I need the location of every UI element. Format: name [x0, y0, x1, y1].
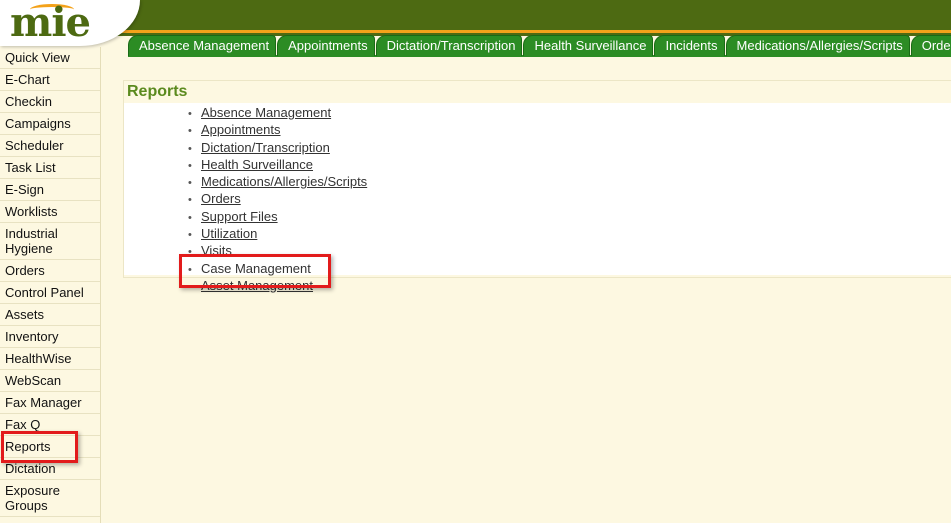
module-tabs: Absence Management Appointments Dictatio…	[128, 34, 951, 56]
logo-text: mie	[10, 0, 91, 46]
bullet-icon: •	[188, 194, 192, 207]
sidebar-item-exposure-groups[interactable]: Exposure Groups	[0, 480, 100, 517]
bullet-icon: •	[188, 246, 192, 259]
sidebar: Quick View E-Chart Checkin Campaigns Sch…	[0, 47, 101, 523]
bullet-icon: •	[188, 280, 192, 293]
list-item: • Utilization	[188, 226, 367, 243]
report-link-appointments[interactable]: Appointments	[201, 122, 281, 137]
sidebar-item-campaigns[interactable]: Campaigns	[0, 113, 100, 135]
tab-incidents[interactable]: Incidents	[654, 35, 725, 56]
sidebar-item-fax-manager[interactable]: Fax Manager	[0, 392, 100, 414]
list-item: • Asset Management	[188, 278, 367, 295]
sidebar-item-orders[interactable]: Orders	[0, 260, 100, 282]
reports-panel: Reports • Absence Management • Appointment…	[123, 80, 951, 293]
sidebar-item-inventory[interactable]: Inventory	[0, 326, 100, 348]
tab-dictation-transcription[interactable]: Dictation/Transcription	[375, 35, 523, 56]
sidebar-item-fax-q[interactable]: Fax Q	[0, 414, 100, 436]
sidebar-item-scheduler[interactable]: Scheduler	[0, 135, 100, 157]
sidebar-item-worklists[interactable]: Worklists	[0, 201, 100, 223]
sidebar-item-task-list[interactable]: Task List	[0, 157, 100, 179]
bullet-icon: •	[188, 229, 192, 242]
list-item: • Visits	[188, 243, 367, 260]
report-link-dictation-transcription[interactable]: Dictation/Transcription	[201, 140, 330, 155]
report-link-absence-management[interactable]: Absence Management	[201, 105, 331, 120]
sidebar-item-quick-view[interactable]: Quick View	[0, 47, 100, 69]
bullet-icon: •	[188, 211, 192, 224]
bullet-icon: •	[188, 125, 192, 138]
sidebar-item-reports[interactable]: Reports	[0, 436, 100, 458]
bullet-icon: •	[188, 177, 192, 190]
bullet-icon: •	[188, 108, 192, 120]
report-link-medications[interactable]: Medications/Allergies/Scripts	[201, 174, 367, 189]
list-item: • Dictation/Transcription	[188, 140, 367, 157]
tab-health-surveillance[interactable]: Health Surveillance	[523, 35, 654, 56]
list-item: • Orders	[188, 191, 367, 208]
list-item: • Medications/Allergies/Scripts	[188, 174, 367, 191]
list-item: • Case Management	[188, 261, 367, 278]
report-link-health-surveillance[interactable]: Health Surveillance	[201, 157, 313, 172]
sidebar-item-dictation[interactable]: Dictation	[0, 458, 100, 480]
tab-orders[interactable]: Orders	[910, 35, 951, 56]
sidebar-item-e-sign[interactable]: E-Sign	[0, 179, 100, 201]
list-item: • Absence Management	[188, 105, 367, 122]
logo[interactable]: mie	[0, 0, 140, 46]
banner-accent-line	[0, 30, 951, 33]
report-case-management: Case Management	[201, 260, 311, 276]
tab-appointments[interactable]: Appointments	[277, 35, 375, 56]
list-item: • Support Files	[188, 209, 367, 226]
list-item: • Appointments	[188, 122, 367, 139]
tab-absence-management[interactable]: Absence Management	[128, 35, 277, 56]
report-list: • Absence Management • Appointments • Dicta…	[188, 105, 367, 295]
sidebar-item-assets[interactable]: Assets	[0, 304, 100, 326]
sidebar-item-control-panel[interactable]: Control Panel	[0, 282, 100, 304]
sidebar-item-healthwise[interactable]: HealthWise	[0, 348, 100, 370]
sidebar-item-webscan[interactable]: WebScan	[0, 370, 100, 392]
report-link-utilization[interactable]: Utilization	[201, 226, 257, 241]
sidebar-item-e-chart[interactable]: E-Chart	[0, 69, 100, 91]
report-link-visits[interactable]: Visits	[201, 243, 232, 258]
page-title: Reports	[127, 83, 188, 100]
sidebar-item-industrial-hygiene[interactable]: Industrial Hygiene	[0, 223, 100, 260]
bullet-icon: •	[188, 159, 192, 172]
reports-panel-body: • Absence Management • Appointments • Dicta…	[124, 103, 951, 293]
report-link-orders[interactable]: Orders	[201, 191, 241, 206]
report-link-asset-management[interactable]: Asset Management	[201, 278, 313, 293]
tab-medications[interactable]: Medications/Allergies/Scripts	[725, 35, 910, 56]
sidebar-item-checkin[interactable]: Checkin	[0, 91, 100, 113]
bullet-icon: •	[188, 142, 192, 155]
bullet-icon: •	[188, 263, 192, 276]
list-item: • Health Surveillance	[188, 157, 367, 174]
report-link-support-files[interactable]: Support Files	[201, 209, 278, 224]
